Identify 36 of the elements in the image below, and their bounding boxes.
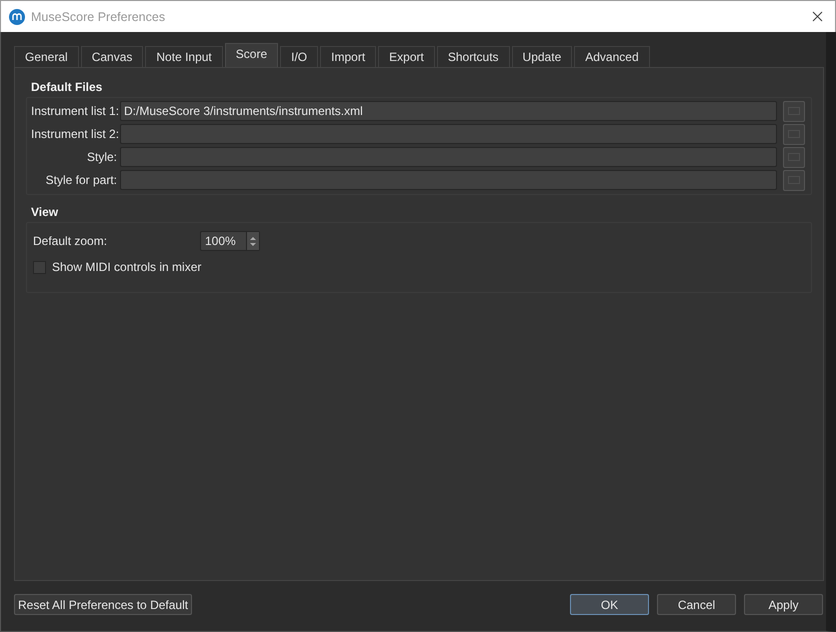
reset-button[interactable]: Reset All Preferences to Default — [14, 594, 192, 615]
app-logo-icon — [9, 8, 25, 24]
tab[interactable]: Note Input — [145, 46, 223, 67]
group-title: View — [30, 205, 60, 221]
checkbox[interactable] — [33, 260, 46, 274]
group-title: Default Files — [30, 80, 104, 96]
browse-button[interactable] — [783, 146, 805, 168]
dialog-button[interactable]: Apply — [744, 594, 823, 615]
spin-arrows-icon[interactable] — [249, 236, 257, 246]
window-title: MuseScore Preferences — [31, 10, 166, 24]
browse-button[interactable] — [783, 124, 805, 144]
input-field[interactable] — [120, 170, 777, 190]
field-label: Default zoom: — [33, 234, 108, 248]
dialog-button[interactable]: Cancel — [657, 594, 736, 615]
input-field[interactable]: D:/MuseScore 3/instruments/instruments.xml — [120, 101, 777, 121]
tab[interactable]: Score — [224, 43, 278, 67]
tab[interactable]: Shortcuts — [436, 46, 510, 67]
tab[interactable]: I/O — [280, 46, 318, 67]
tab[interactable]: Canvas — [80, 46, 144, 67]
tab[interactable]: Import — [320, 46, 376, 67]
tab[interactable]: General — [14, 46, 79, 67]
dialog-button[interactable]: OK — [570, 594, 649, 615]
close-icon[interactable] — [812, 11, 823, 22]
field-label: Instrument list 2: — [31, 127, 117, 141]
field-label: Instrument list 1: — [31, 104, 117, 118]
field-label: Style: — [86, 150, 117, 164]
tab[interactable]: Advanced — [574, 46, 650, 67]
checkbox-label: Show MIDI controls in mixer — [52, 260, 202, 274]
tab[interactable]: Update — [512, 46, 572, 67]
browse-button[interactable] — [783, 100, 805, 122]
zoom-spinbox[interactable]: 100% — [200, 231, 260, 251]
browse-button[interactable] — [783, 170, 805, 190]
field-label: Style for part: — [44, 173, 117, 187]
input-field[interactable] — [120, 124, 777, 144]
tab[interactable]: Export — [378, 46, 435, 67]
input-field[interactable] — [120, 147, 777, 167]
